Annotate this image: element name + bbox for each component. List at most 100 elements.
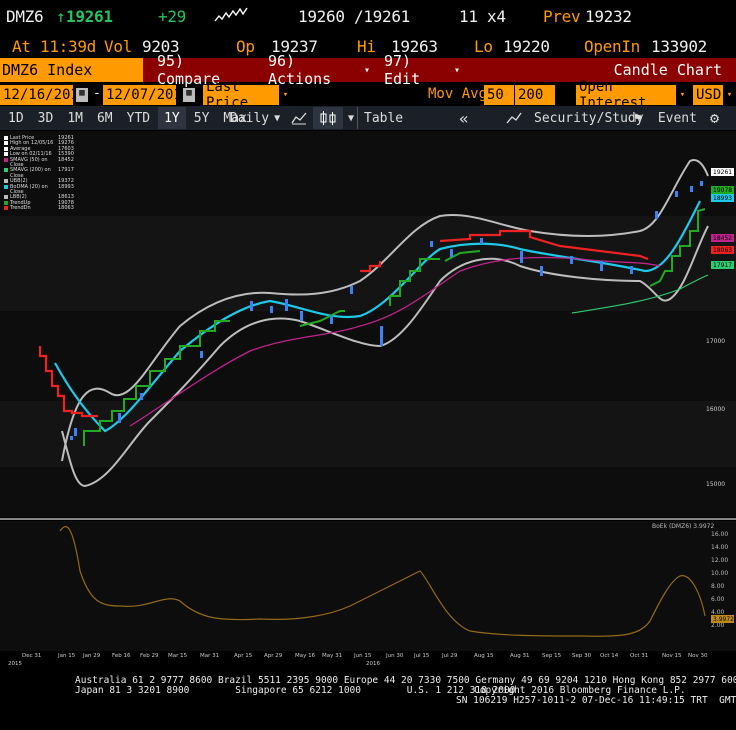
legend-swatch: [4, 152, 8, 157]
candle: [450, 249, 453, 257]
chevron-down-icon: ▼: [274, 112, 281, 124]
price-axis-label: 17000: [706, 338, 725, 345]
prev-value: 19232: [585, 6, 632, 26]
mov-avg-2-field[interactable]: 200: [515, 85, 555, 105]
mov-avg-1-field[interactable]: 50: [484, 85, 514, 105]
range-selector: 1D 3D 1M 6M YTD 1Y 5Y Max: [2, 107, 253, 129]
chevron-down-icon[interactable]: ▾: [676, 85, 689, 105]
x-axis-label: Apr 29: [264, 653, 283, 659]
band: [0, 401, 736, 467]
candle: [350, 286, 353, 294]
x-axis-label: Oct 31: [630, 653, 648, 659]
date-separator: -: [93, 86, 101, 101]
candle: [540, 266, 543, 276]
range-button-3d[interactable]: 3D: [32, 107, 60, 129]
security-field[interactable]: DMZ6 Index: [0, 58, 143, 82]
candle: [70, 436, 73, 440]
x-axis-label: Nov 15: [662, 653, 682, 659]
lower-axis-label: 14.00: [711, 544, 728, 551]
chevron-down-icon[interactable]: ▾: [279, 85, 292, 105]
range-button-5y[interactable]: 5Y: [188, 107, 216, 129]
legend-swatch: [4, 146, 8, 151]
vol-label: Vol: [104, 36, 132, 56]
price-field-select[interactable]: Last Price: [203, 79, 279, 111]
edit-button[interactable]: 97) Edit ▾: [378, 52, 460, 88]
x-axis-label: Jul 29: [441, 653, 458, 659]
calendar-icon[interactable]: ▦: [183, 88, 195, 102]
end-date-field[interactable]: 12/07/2016: [103, 85, 190, 105]
x-axis-label: Feb 16: [112, 653, 131, 659]
x-axis-year: 2015: [8, 661, 22, 667]
lower-axis-label: 8.00: [711, 583, 725, 590]
oi-field-select[interactable]: Open Interest: [576, 79, 676, 111]
x-axis-label: Dec 31: [22, 653, 41, 659]
start-date-field[interactable]: 12/16/2015: [0, 85, 87, 105]
collapse-icon[interactable]: «: [453, 107, 475, 129]
legend-swatch: [4, 179, 8, 184]
candle: [700, 181, 703, 186]
period-select[interactable]: Daily ▼: [224, 107, 286, 129]
candle: [675, 191, 678, 197]
currency-select[interactable]: USD: [693, 85, 723, 105]
range-button-ytd[interactable]: YTD: [121, 107, 156, 129]
settings-gear-icon[interactable]: ⚙: [704, 107, 725, 129]
legend-value: 18063: [58, 205, 74, 212]
candle-chart-icon[interactable]: [313, 107, 343, 129]
table-label: Table: [364, 110, 404, 126]
x-axis-label: Apr 15: [234, 653, 253, 659]
x-axis-label: Jun 15: [353, 653, 372, 659]
legend-swatch: [4, 195, 8, 200]
last-price: 19261: [66, 6, 113, 26]
end-date-value: 12/07/2016: [106, 87, 191, 103]
ticker: DMZ6: [6, 6, 44, 26]
price-tag-label: 17917: [713, 262, 732, 269]
high-label: Hi: [357, 36, 376, 56]
x-axis-label: Sep 30: [572, 653, 592, 659]
footer-contacts-2: Japan 81 3 3201 8900 Singapore 65 6212 1…: [75, 685, 516, 696]
x-axis-label: May 16: [295, 653, 316, 659]
candle: [655, 211, 658, 219]
range-button-6m[interactable]: 6M: [91, 107, 119, 129]
legend-swatch: [4, 136, 8, 140]
candle: [430, 241, 433, 247]
lower-axis-label: 12.00: [711, 557, 728, 564]
actions-button[interactable]: 96) Actions ▾: [262, 52, 370, 88]
edit-dropdown-icon: ▾: [453, 64, 460, 76]
candle: [630, 266, 633, 274]
price-tag-label: 18452: [713, 235, 732, 242]
range-button-1m[interactable]: 1M: [61, 107, 89, 129]
currency-value: USD: [696, 87, 722, 103]
candle: [330, 316, 333, 324]
event-button[interactable]: ⚑ Event: [628, 107, 703, 129]
candle: [200, 351, 203, 358]
candle: [140, 393, 143, 400]
line-chart-icon[interactable]: [285, 107, 313, 129]
candle: [74, 428, 77, 436]
study-icon: [506, 112, 522, 124]
legend-swatch: [4, 206, 8, 211]
x-axis-label: Feb 29: [140, 653, 159, 659]
lower-axis-label: 10.00: [711, 570, 728, 577]
mov-avg-label: Mov Avg: [428, 86, 488, 102]
flag-icon: ⚑: [634, 110, 642, 126]
x-axis-label: Sep 15: [542, 653, 562, 659]
x-axis-label: Mar 31: [200, 653, 219, 659]
x-axis-label: Nov 30: [688, 653, 708, 659]
table-button[interactable]: Table: [357, 107, 409, 129]
price-axis-label: 15000: [706, 481, 725, 488]
range-button-1y[interactable]: 1Y: [158, 107, 186, 129]
low-value: 19220: [503, 36, 550, 56]
chevron-down-icon[interactable]: ▾: [723, 85, 736, 105]
lower-axis-label: 2.00: [711, 622, 725, 629]
x-axis-label: Jan 29: [82, 653, 101, 659]
range-button-1d[interactable]: 1D: [2, 107, 30, 129]
lower-panel-legend: BoEk (DMZ6) 3.9972: [652, 523, 714, 530]
candle: [480, 238, 483, 244]
mov-avg-2-value: 200: [518, 87, 544, 103]
calendar-icon[interactable]: ▦: [76, 88, 88, 102]
legend-label: TrendDn: [10, 205, 31, 212]
legend-swatch: [4, 141, 8, 146]
footer-sn: SN 106219 H257-1011-2 07-Dec-16 11:49:15…: [456, 695, 736, 706]
actions-dropdown-icon: ▾: [363, 64, 370, 76]
quote-row-1: DMZ6 ↑ 19261 +29 19260 /19261 11 x4 Prev…: [0, 5, 736, 27]
